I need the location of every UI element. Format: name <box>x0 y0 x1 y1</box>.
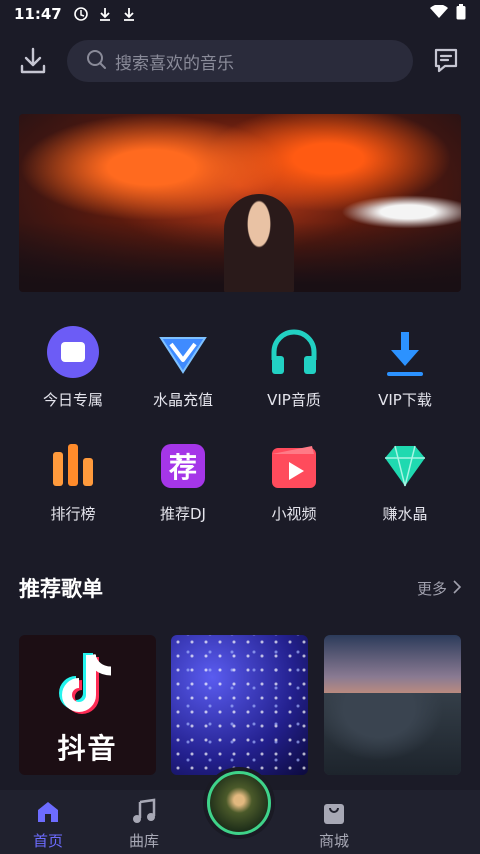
feature-earn-crystal[interactable]: 赚水晶 <box>350 438 460 524</box>
ranking-icon <box>45 438 101 494</box>
banner-dj-image <box>224 194 294 292</box>
feature-vip-quality[interactable]: VIP音质 <box>239 324 349 410</box>
tiktok-logo-icon <box>59 653 112 714</box>
feature-label: VIP下载 <box>378 391 432 409</box>
download-icon <box>377 324 433 380</box>
search-icon <box>85 48 107 74</box>
video-icon <box>266 438 322 494</box>
shop-bag-icon <box>320 798 348 826</box>
playlist-card[interactable] <box>171 635 308 775</box>
feature-recommend-dj[interactable]: 荐 推荐DJ <box>128 438 238 524</box>
nav-label: 首页 <box>32 832 63 850</box>
feature-ranking[interactable]: 排行榜 <box>18 438 128 524</box>
nav-label: 曲库 <box>128 832 159 850</box>
feature-crystal-recharge[interactable]: 水晶充值 <box>128 324 238 410</box>
feature-label: 水晶充值 <box>152 391 213 409</box>
battery-icon <box>456 4 466 24</box>
card-cover-image <box>324 693 461 775</box>
feature-label: 排行榜 <box>50 505 96 523</box>
today-exclusive-icon <box>45 324 101 380</box>
more-link[interactable]: 更多 <box>416 578 462 599</box>
svg-text:荐: 荐 <box>169 451 197 484</box>
search-placeholder: 搜索喜欢的音乐 <box>115 53 234 74</box>
download-manager-icon[interactable] <box>18 46 48 76</box>
feature-label: 赚水晶 <box>382 505 428 523</box>
playlist-card[interactable] <box>324 635 461 775</box>
nav-home[interactable]: 首页 <box>8 798 88 851</box>
feature-vip-download[interactable]: VIP下载 <box>350 324 460 410</box>
feature-today-exclusive[interactable]: 今日专属 <box>18 324 128 410</box>
status-time: 11:47 <box>14 5 62 23</box>
promo-banner[interactable] <box>19 114 461 292</box>
diamond-icon <box>377 438 433 494</box>
nav-label: 商城 <box>318 832 349 850</box>
media-icon <box>73 7 88 21</box>
feature-label: 今日专属 <box>42 391 103 409</box>
crystal-recharge-icon <box>155 324 211 380</box>
chevron-right-icon <box>453 579 462 598</box>
recommend-icon: 荐 <box>155 438 211 494</box>
section-title: 推荐歌单 <box>19 577 103 601</box>
more-label: 更多 <box>416 580 447 598</box>
music-note-icon <box>130 798 158 826</box>
status-bar: 11:47 <box>0 0 480 28</box>
album-art <box>207 771 271 835</box>
search-input[interactable]: 搜索喜欢的音乐 <box>67 40 413 82</box>
header: 搜索喜欢的音乐 <box>0 38 480 84</box>
download-status-icon <box>122 7 136 21</box>
feature-label: 推荐DJ <box>160 505 206 523</box>
download-status-icon <box>98 7 112 21</box>
headphones-icon <box>266 324 322 380</box>
now-playing-disc[interactable] <box>203 767 275 839</box>
nav-library[interactable]: 曲库 <box>104 798 184 851</box>
home-icon <box>34 798 62 826</box>
message-icon[interactable] <box>432 46 460 74</box>
feature-label: VIP音质 <box>267 391 321 409</box>
nav-shop[interactable]: 商城 <box>294 798 374 851</box>
feature-short-video[interactable]: 小视频 <box>239 438 349 524</box>
wifi-icon <box>430 4 448 23</box>
card-label: 抖音 <box>57 732 118 765</box>
playlist-card[interactable]: 抖音 <box>19 635 156 775</box>
feature-label: 小视频 <box>271 505 317 523</box>
card-cover-image <box>171 635 308 775</box>
